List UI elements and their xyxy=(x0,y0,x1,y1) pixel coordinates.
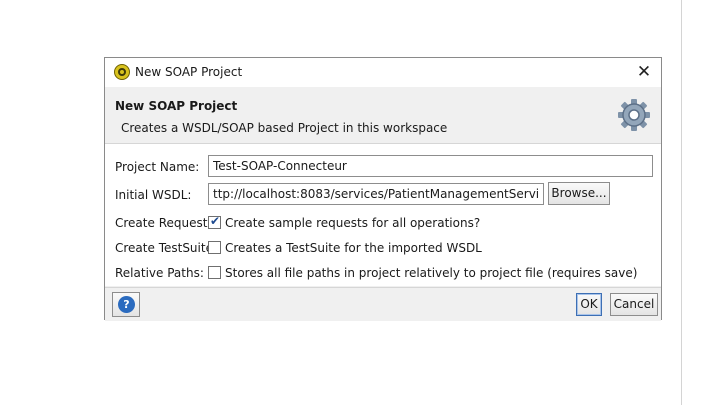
ok-button[interactable]: OK xyxy=(576,293,602,316)
window-title: New SOAP Project xyxy=(135,65,243,79)
new-soap-project-dialog: New SOAP Project ✕ New SOAP Project Crea… xyxy=(104,57,662,321)
gear-icon xyxy=(618,99,650,131)
browse-button[interactable]: Browse... xyxy=(548,182,610,205)
create-requests-label: Create Requests: xyxy=(115,216,218,230)
create-testsuite-checkbox[interactable] xyxy=(208,241,221,254)
help-button[interactable]: ? xyxy=(112,292,140,317)
background-divider xyxy=(681,0,682,405)
initial-wsdl-input[interactable] xyxy=(208,183,544,205)
cancel-button[interactable]: Cancel xyxy=(610,293,658,316)
create-testsuite-label: Create TestSuite: xyxy=(115,241,218,255)
close-icon: ✕ xyxy=(636,62,652,82)
relative-paths-checkbox[interactable] xyxy=(208,266,221,279)
help-icon: ? xyxy=(118,296,135,313)
title-bar: New SOAP Project ✕ xyxy=(105,58,661,87)
relative-paths-text: Stores all file paths in project relativ… xyxy=(225,266,638,280)
soapui-icon xyxy=(114,64,130,80)
banner-title: New SOAP Project xyxy=(115,99,238,113)
relative-paths-label: Relative Paths: xyxy=(115,266,204,280)
close-button[interactable]: ✕ xyxy=(633,61,655,83)
create-requests-text: Create sample requests for all operation… xyxy=(225,216,481,230)
dialog-banner: New SOAP Project Creates a WSDL/SOAP bas… xyxy=(105,87,661,144)
project-form: Project Name: Initial WSDL: xyxy=(105,144,661,286)
create-requests-checkbox[interactable]: ✔ xyxy=(208,214,221,229)
create-testsuite-text: Creates a TestSuite for the imported WSD… xyxy=(225,241,482,255)
dialog-footer: ? OK Cancel xyxy=(105,287,661,321)
project-name-label: Project Name: xyxy=(115,160,200,174)
initial-wsdl-label: Initial WSDL: xyxy=(115,188,192,202)
project-name-input[interactable] xyxy=(208,155,653,177)
banner-description: Creates a WSDL/SOAP based Project in thi… xyxy=(121,121,448,135)
checkmark-icon: ✔ xyxy=(210,214,221,228)
